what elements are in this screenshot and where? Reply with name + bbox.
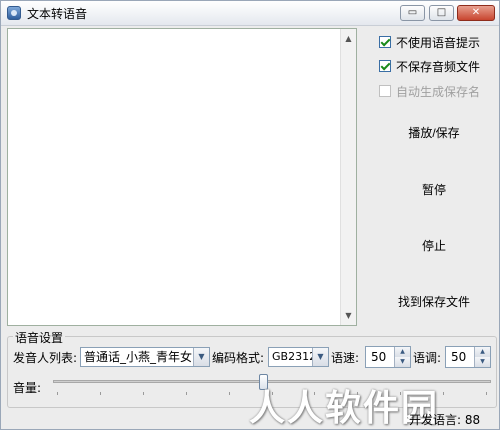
- speaker-select[interactable]: 普通话_小燕_青年女 ▼: [80, 347, 210, 367]
- speed-label: 语速:: [331, 351, 360, 365]
- close-button[interactable]: ✕: [457, 5, 495, 21]
- voice-settings-title: 语音设置: [13, 329, 66, 346]
- checkbox-checked-icon[interactable]: [379, 36, 391, 48]
- chevron-down-icon[interactable]: ▼: [312, 348, 328, 366]
- auto-name-label: 自动生成保存名: [396, 84, 481, 99]
- slider-tick: [186, 392, 187, 395]
- app-icon: [7, 6, 21, 20]
- stop-button[interactable]: 停止: [379, 234, 489, 258]
- speed-stepper[interactable]: 50 ▲ ▼: [365, 346, 411, 368]
- speaker-label: 发音人列表:: [13, 351, 78, 365]
- spin-down-icon[interactable]: ▼: [394, 357, 410, 367]
- auto-name-checkbox: 自动生成保存名: [379, 82, 480, 100]
- scroll-down-icon[interactable]: ▼: [341, 308, 356, 323]
- play-save-button[interactable]: 播放/保存: [379, 121, 489, 145]
- slider-tick: [57, 392, 58, 395]
- speaker-select-value: 普通话_小燕_青年女: [84, 350, 193, 364]
- speed-value[interactable]: 50: [371, 350, 386, 364]
- pitch-label: 语调:: [413, 351, 442, 365]
- title-bar: 文本转语音 ▭ □ ✕: [1, 1, 499, 26]
- encoding-label: 编码格式:: [212, 351, 265, 365]
- spin-down-icon[interactable]: ▼: [474, 357, 490, 367]
- checkbox-unchecked-icon: [379, 85, 391, 97]
- no-save-audio-label: 不保存音频文件: [396, 59, 481, 74]
- no-save-audio-checkbox[interactable]: 不保存音频文件: [379, 57, 480, 75]
- pitch-stepper[interactable]: 50 ▲ ▼: [445, 346, 491, 368]
- window-title: 文本转语音: [27, 7, 88, 21]
- minimize-button[interactable]: ▭: [400, 5, 425, 21]
- volume-label: 音量:: [13, 381, 42, 395]
- vertical-scrollbar[interactable]: ▲ ▼: [340, 29, 356, 325]
- checkbox-checked-icon[interactable]: [379, 60, 391, 72]
- no-prompt-checkbox[interactable]: 不使用语音提示: [379, 33, 480, 51]
- chevron-down-icon[interactable]: ▼: [193, 348, 209, 366]
- dev-language-label: 开发语言: 88: [409, 413, 481, 427]
- slider-tick: [486, 392, 487, 395]
- encoding-select-value: GB2312: [272, 350, 317, 363]
- slider-tick: [443, 392, 444, 395]
- text-input-area[interactable]: ▲ ▼: [7, 28, 357, 326]
- slider-tick: [229, 392, 230, 395]
- pause-button[interactable]: 暂停: [379, 178, 489, 202]
- pitch-value[interactable]: 50: [451, 350, 466, 364]
- no-prompt-label: 不使用语音提示: [396, 35, 481, 50]
- find-saved-file-button[interactable]: 找到保存文件: [379, 290, 489, 314]
- maximize-button[interactable]: □: [429, 5, 454, 21]
- encoding-select[interactable]: GB2312 ▼: [268, 347, 329, 367]
- slider-tick: [143, 392, 144, 395]
- scroll-up-icon[interactable]: ▲: [341, 31, 356, 46]
- slider-tick: [100, 392, 101, 395]
- app-window: 文本转语音 ▭ □ ✕ ▲ ▼ 不使用语音提示 不保存音频文件 自动生成保存名 …: [0, 0, 500, 430]
